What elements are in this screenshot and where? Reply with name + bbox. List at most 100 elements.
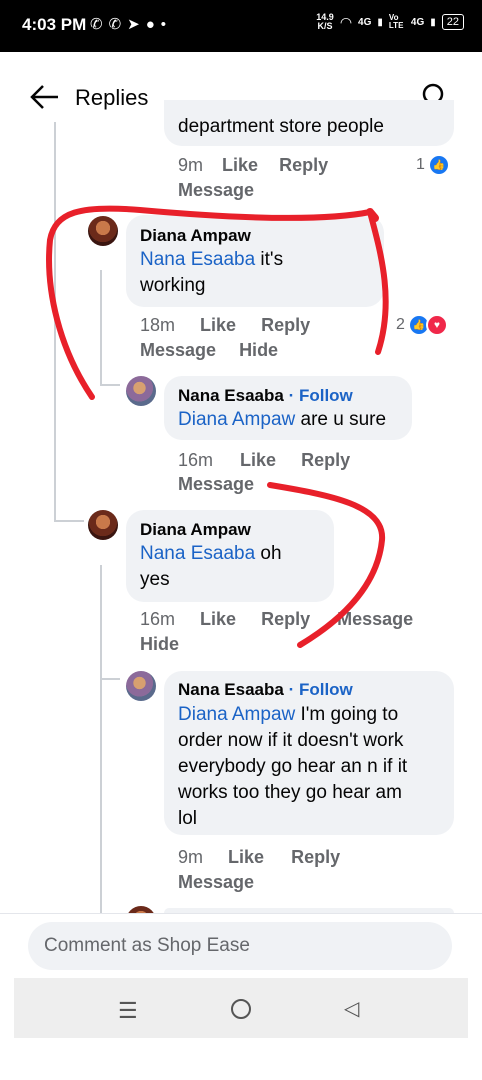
network-4g-1: 4G xyxy=(358,16,372,28)
comment-author[interactable]: Diana Ampaw xyxy=(140,226,251,246)
thread-line xyxy=(100,384,120,386)
like-button[interactable]: Like xyxy=(228,847,264,867)
message-label: Message xyxy=(178,180,255,200)
message-button[interactable]: Message xyxy=(178,872,254,893)
comment-text: department store people xyxy=(178,116,384,137)
whatsapp-business-icon: ✆ xyxy=(108,16,128,33)
comment-time: 9m xyxy=(178,847,204,867)
notification-icons: ✆✆➤●• xyxy=(90,15,172,33)
page-title: Replies xyxy=(75,85,149,110)
comment-text-part: lol xyxy=(178,808,198,829)
reply-button[interactable]: Reply xyxy=(261,315,310,335)
comment-text-part: are u sure xyxy=(295,409,387,430)
comment-meta: 16m Like Reply xyxy=(178,450,350,471)
telegram-icon: ➤ xyxy=(127,16,146,33)
message-label: Message xyxy=(178,872,255,892)
hide-button[interactable]: Hide xyxy=(239,340,278,360)
message-label: Message xyxy=(178,474,255,494)
comment-meta: 9m Like Reply xyxy=(178,155,328,176)
comment-text: Nana Esaaba oh yes xyxy=(140,541,282,593)
dot-icon: • xyxy=(160,16,173,33)
battery-icon: 22 xyxy=(441,14,464,30)
comment-text-part: yes xyxy=(140,569,170,590)
signal-icon-2: ▮ xyxy=(430,16,436,28)
follow-link[interactable]: · Follow xyxy=(289,386,353,405)
comment-author-line: Nana Esaaba · Follow xyxy=(178,386,353,406)
comment-text-part: works too they go hear am xyxy=(178,782,402,803)
comment-input[interactable]: Comment as Shop Ease xyxy=(28,922,452,970)
reaction-summary[interactable]: 2 👍 ♥ xyxy=(396,314,448,336)
comment-actions: Message Hide xyxy=(140,340,278,361)
comment-time: 16m xyxy=(140,609,176,629)
whatsapp-icon: ✆ xyxy=(90,16,109,33)
comment-text-part: oh xyxy=(255,543,282,564)
message-button[interactable]: Message xyxy=(140,340,216,360)
like-reaction-icon: 👍 xyxy=(427,154,450,176)
comment-author[interactable]: Nana Esaaba xyxy=(178,386,284,405)
comment-placeholder: Comment as Shop Ease xyxy=(44,935,250,956)
message-button[interactable]: Message xyxy=(178,474,254,495)
reply-button[interactable]: Reply xyxy=(291,847,340,867)
comment-time: 9m xyxy=(178,155,204,175)
love-reaction-icon: ♥ xyxy=(425,314,448,336)
comment-text: Diana Ampaw I'm going to order now if it… xyxy=(178,702,407,832)
avatar[interactable] xyxy=(126,376,156,406)
thread-line xyxy=(100,270,102,385)
wifi-icon: ◠ xyxy=(339,13,353,30)
comment-text: Nana Esaaba it's working xyxy=(140,247,283,299)
like-button[interactable]: Like xyxy=(222,155,258,175)
status-bar: 4:03 PM ✆✆➤●• 14.9 K/S ◠ 4G ▮ Vo LTE 4G … xyxy=(0,0,482,52)
thread-line xyxy=(54,520,84,522)
hide-label: Hide xyxy=(140,634,180,654)
mention-link[interactable]: Diana Ampaw xyxy=(178,409,295,430)
comment-text-part: order now if it doesn't work xyxy=(178,730,404,751)
status-right: 14.9 K/S ◠ 4G ▮ Vo LTE 4G ▮ 22 xyxy=(316,13,464,31)
comment-text-part: working xyxy=(140,275,206,296)
comment-author[interactable]: Nana Esaaba xyxy=(178,680,284,699)
speed-unit: K/S xyxy=(317,21,333,31)
comment-text: Diana Ampaw are u sure xyxy=(178,407,386,433)
hide-button[interactable]: Hide xyxy=(140,634,179,655)
avatar[interactable] xyxy=(88,510,118,540)
thread-line xyxy=(100,565,102,915)
reply-button[interactable]: Reply xyxy=(279,155,328,175)
message-button[interactable]: Message xyxy=(178,180,254,201)
like-button[interactable]: Like xyxy=(200,315,236,335)
comment-text-part: I'm going to xyxy=(295,704,399,725)
comment-meta: 18m Like Reply xyxy=(140,315,310,336)
volte-label: Vo LTE xyxy=(388,13,404,30)
home-circle-icon[interactable] xyxy=(231,999,251,1019)
mention-link[interactable]: Nana Esaaba xyxy=(140,543,255,564)
avatar[interactable] xyxy=(88,216,118,246)
status-time: 4:03 PM xyxy=(22,15,87,34)
network-4g-2: 4G xyxy=(410,16,425,28)
comment-meta: 9m Like Reply xyxy=(178,847,340,868)
menu-icon[interactable]: ☰ xyxy=(118,998,138,1024)
follow-link[interactable]: · Follow xyxy=(289,680,353,699)
signal-icon: ▮ xyxy=(377,16,383,28)
comment-time: 18m xyxy=(140,315,176,335)
avatar[interactable] xyxy=(126,671,156,701)
reply-button[interactable]: Reply xyxy=(301,450,350,470)
mic-icon: ● xyxy=(145,16,161,33)
comment-author-line: Nana Esaaba · Follow xyxy=(178,680,353,700)
reaction-count: 2 xyxy=(396,316,405,333)
like-button[interactable]: Like xyxy=(240,450,276,470)
arrow-left-icon[interactable] xyxy=(30,84,60,110)
mention-link[interactable]: Nana Esaaba xyxy=(140,249,255,270)
comment-text-part: it's xyxy=(255,249,284,270)
comment-meta: 16m Like Reply Message xyxy=(140,609,413,630)
comment-text-part: everybody go hear an n if it xyxy=(178,756,408,777)
comment-time: 16m xyxy=(178,450,214,470)
reply-button[interactable]: Reply xyxy=(261,609,310,629)
thread-line xyxy=(54,122,56,522)
net-speed: 14.9 K/S xyxy=(316,13,334,31)
reaction-summary[interactable]: 1 👍 xyxy=(416,154,450,176)
mention-link[interactable]: Diana Ampaw xyxy=(178,704,295,725)
thread-line xyxy=(100,678,120,680)
message-button[interactable]: Message xyxy=(337,609,413,629)
reaction-count: 1 xyxy=(416,156,425,173)
like-button[interactable]: Like xyxy=(200,609,236,629)
comment-author[interactable]: Diana Ampaw xyxy=(140,520,251,540)
back-triangle-icon[interactable]: ◁ xyxy=(344,996,359,1021)
